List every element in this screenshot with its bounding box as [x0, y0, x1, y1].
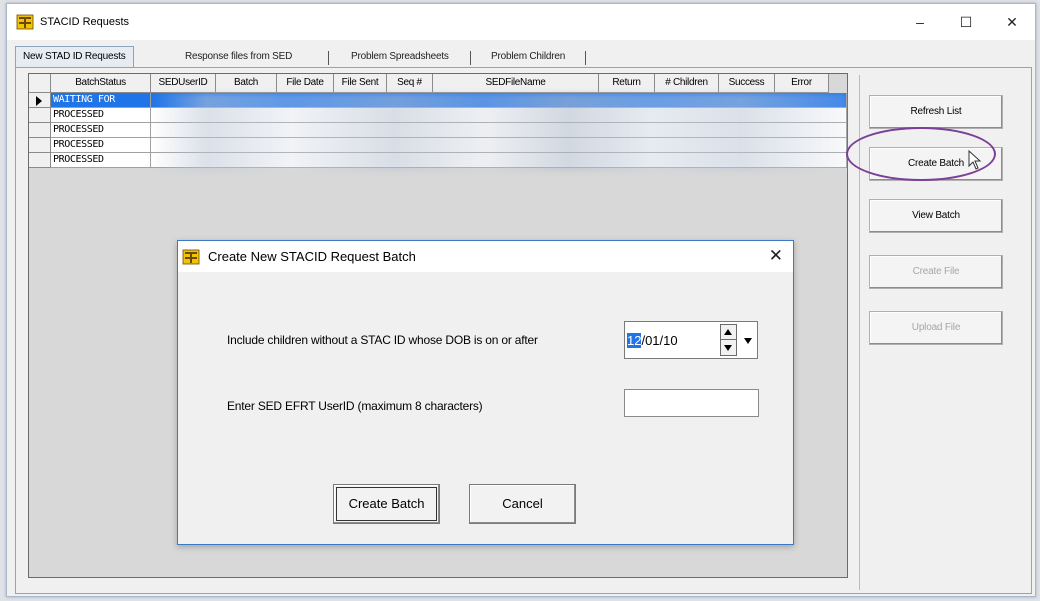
- arrow-up-icon: [724, 329, 732, 335]
- maximize-icon[interactable]: ☐: [943, 4, 989, 40]
- title-bar: STACID Requests – ☐ ✕: [7, 4, 1035, 40]
- table-row[interactable]: WAITING FOR: [29, 93, 847, 108]
- header-children[interactable]: # Children: [655, 74, 719, 93]
- row-status[interactable]: PROCESSED: [51, 138, 151, 153]
- grid-body: BatchStatus SEDUserID Batch File Date Fi…: [29, 74, 847, 177]
- dob-date-value[interactable]: 12/01/10: [627, 333, 678, 348]
- cancel-button[interactable]: Cancel: [469, 484, 576, 524]
- current-row-icon: [36, 96, 42, 106]
- table-row[interactable]: PROCESSED: [29, 153, 847, 168]
- header-batchstatus[interactable]: BatchStatus: [51, 74, 151, 93]
- dob-date-picker[interactable]: 12/01/10: [624, 321, 758, 359]
- date-dropdown-button[interactable]: [740, 324, 757, 356]
- row-details[interactable]: [151, 153, 847, 168]
- row-indicator[interactable]: [29, 93, 51, 108]
- app-icon: [16, 14, 34, 30]
- header-indicator: [29, 74, 51, 93]
- row-indicator[interactable]: [29, 108, 51, 123]
- grid-header-row: BatchStatus SEDUserID Batch File Date Fi…: [29, 74, 829, 93]
- tab-strip: New STAD ID Requests Response files from…: [15, 46, 655, 68]
- mouse-cursor-icon: [968, 150, 982, 170]
- upload-file-button[interactable]: Upload File: [869, 311, 1003, 345]
- row-details[interactable]: [151, 123, 847, 138]
- create-file-button[interactable]: Create File: [869, 255, 1003, 289]
- chevron-down-icon: [744, 338, 752, 344]
- refresh-list-button[interactable]: Refresh List: [869, 95, 1003, 129]
- header-file-sent[interactable]: File Sent: [334, 74, 387, 93]
- header-success[interactable]: Success: [719, 74, 775, 93]
- table-row[interactable]: PROCESSED: [29, 138, 847, 153]
- sed-userid-input[interactable]: [624, 389, 759, 417]
- arrow-down-icon: [724, 345, 732, 351]
- header-sedfilename[interactable]: SEDFileName: [433, 74, 599, 93]
- date-spinner[interactable]: [720, 324, 737, 356]
- close-icon[interactable]: ✕: [769, 246, 783, 266]
- dialog-title-bar: Create New STACID Request Batch ✕: [178, 241, 793, 272]
- date-rest-segment[interactable]: /01/10: [641, 333, 677, 348]
- header-seq[interactable]: Seq #: [387, 74, 433, 93]
- row-indicator[interactable]: [29, 153, 51, 168]
- dialog-title: Create New STACID Request Batch: [208, 249, 416, 264]
- spin-up-button[interactable]: [721, 325, 736, 340]
- window-title: STACID Requests: [40, 16, 130, 28]
- date-month-segment[interactable]: 12: [627, 333, 642, 348]
- tab-problem-spreadsheets[interactable]: Problem Spreadsheets: [345, 49, 455, 66]
- row-details[interactable]: [151, 138, 847, 153]
- dob-label: Include children without a STAC ID whose…: [227, 333, 538, 347]
- row-indicator[interactable]: [29, 123, 51, 138]
- tab-new-stad-id-requests[interactable]: New STAD ID Requests: [15, 46, 134, 67]
- row-status[interactable]: WAITING FOR: [51, 93, 151, 108]
- row-details[interactable]: [151, 108, 847, 123]
- app-icon: [182, 249, 200, 265]
- row-indicator[interactable]: [29, 138, 51, 153]
- close-icon[interactable]: ✕: [989, 4, 1035, 40]
- table-row[interactable]: PROCESSED: [29, 123, 847, 138]
- header-batch[interactable]: Batch: [216, 74, 277, 93]
- row-status[interactable]: PROCESSED: [51, 123, 151, 138]
- header-file-date[interactable]: File Date: [277, 74, 334, 93]
- action-panel: Refresh List Create Batch View Batch Cre…: [859, 75, 1031, 590]
- tab-separator: [585, 51, 586, 65]
- userid-label: Enter SED EFRT UserID (maximum 8 charact…: [227, 399, 483, 413]
- tab-response-files[interactable]: Response files from SED: [179, 49, 298, 66]
- row-status[interactable]: PROCESSED: [51, 108, 151, 123]
- create-batch-button[interactable]: Create Batch: [869, 147, 1003, 181]
- create-batch-dialog: Create New STACID Request Batch ✕ Includ…: [177, 240, 794, 545]
- row-details[interactable]: [151, 93, 847, 108]
- view-batch-button[interactable]: View Batch: [869, 199, 1003, 233]
- create-batch-confirm-button[interactable]: Create Batch: [333, 484, 440, 524]
- minimize-icon[interactable]: –: [897, 4, 943, 40]
- row-status[interactable]: PROCESSED: [51, 153, 151, 168]
- table-row[interactable]: PROCESSED: [29, 108, 847, 123]
- header-seduserid[interactable]: SEDUserID: [151, 74, 216, 93]
- header-error[interactable]: Error: [775, 74, 829, 93]
- tab-separator: [328, 51, 329, 65]
- spin-down-button[interactable]: [721, 341, 736, 356]
- header-return[interactable]: Return: [599, 74, 655, 93]
- tab-separator: [470, 51, 471, 65]
- tab-problem-children[interactable]: Problem Children: [485, 49, 571, 66]
